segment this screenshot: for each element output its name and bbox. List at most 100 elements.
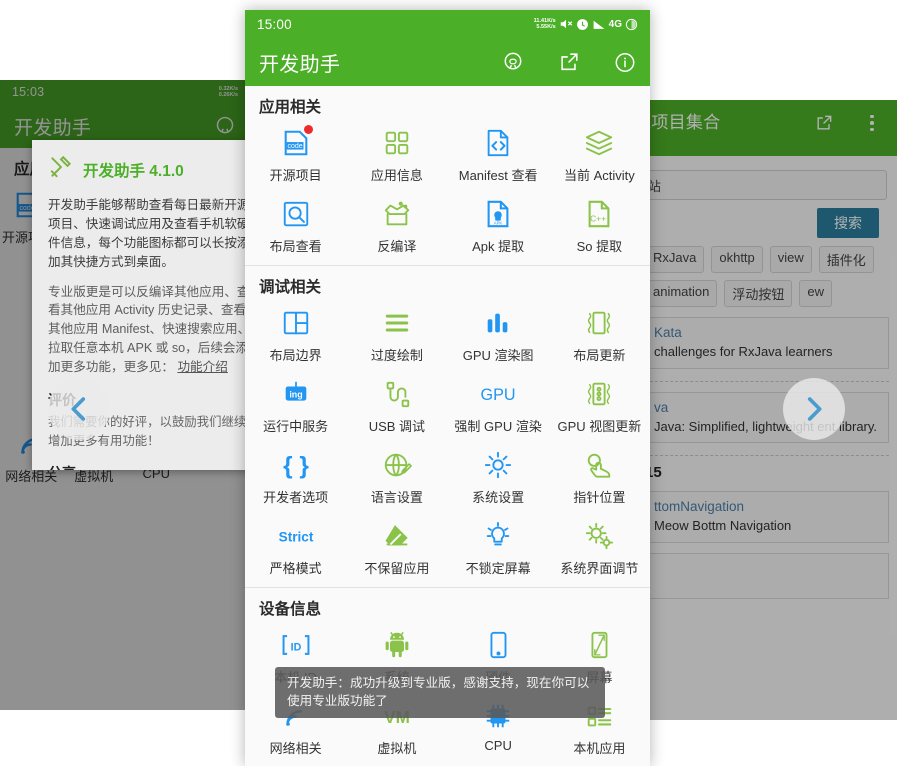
grid-item[interactable]: code 开源项目	[245, 119, 346, 190]
grid-item-label: 指针位置	[573, 490, 626, 505]
signal-icon	[593, 20, 605, 29]
grid-item-label: 不锁定屏幕	[465, 561, 531, 576]
share-icon[interactable]	[813, 112, 835, 134]
svg-text:ing: ing	[289, 389, 302, 399]
grid-item-label: 当前 Activity	[563, 168, 635, 183]
project-title: va	[654, 399, 669, 415]
tag-chip[interactable]: animation	[645, 280, 718, 307]
screen-diagonal-icon	[584, 628, 614, 662]
center-phone-panel: 15:00 11.41K/s 5.55K/s 4G 开发助手 应用相关 code…	[245, 10, 650, 766]
search-input[interactable]: 站	[645, 170, 887, 200]
divider	[645, 380, 889, 382]
right-phone-panel: Android 开源项目集合 实时更新最新项目 站 搜索 RxJavaokhtt…	[645, 100, 897, 720]
grid-item[interactable]: USB 调试	[346, 370, 447, 441]
grid-item[interactable]: 布局查看	[245, 190, 346, 261]
left-status-icons: 0.32K/s 0.26K/s	[219, 86, 238, 99]
tag-chip[interactable]: 插件化	[818, 246, 874, 273]
project-card[interactable]: Kata challenges for RxJava learners	[645, 317, 889, 369]
grid-item[interactable]: 不锁定屏幕	[448, 512, 549, 583]
magnifier-square-icon	[281, 197, 311, 231]
grid-item-label: CPU	[484, 738, 512, 753]
grid-item[interactable]: 指针位置	[549, 441, 650, 512]
grid-item-label: USB 调试	[368, 419, 426, 434]
grid-item[interactable]: ing 运行中服务	[245, 370, 346, 441]
tag-chip[interactable]: 浮动按钮	[724, 280, 793, 307]
grid-item[interactable]: 当前 Activity	[549, 119, 650, 190]
grid-item[interactable]: GPU 视图更新	[549, 370, 650, 441]
dialog-paragraph-2: 专业版更是可以反编译其他应用、查看其他应用 Activity 历史记录、查看其他…	[48, 283, 256, 377]
grid-item[interactable]: 语言设置	[346, 441, 447, 512]
info-icon[interactable]	[614, 51, 636, 73]
grid-item-label: 布局边界	[269, 348, 322, 363]
grid-item-label: So 提取	[576, 239, 623, 254]
grid-item-label: 布局更新	[573, 348, 626, 363]
carousel-prev-button[interactable]	[48, 378, 110, 440]
grid-item-label: 语言设置	[370, 490, 423, 505]
share-icon[interactable]	[558, 51, 580, 73]
code-brackets-file-icon	[483, 126, 513, 160]
grid-item-label: 过度绘制	[370, 348, 423, 363]
project-card[interactable]: ttomNavigation Meow Bottm Navigation	[645, 491, 889, 543]
grid-item-label: 网络相关	[269, 741, 322, 756]
chevron-left-icon	[71, 397, 86, 421]
gear-icon	[483, 448, 513, 482]
tag-chip[interactable]: ew	[799, 280, 833, 307]
center-status-bar: 15:00 11.41K/s 5.55K/s 4G	[245, 10, 650, 38]
grid-item-label: Manifest 查看	[458, 168, 538, 183]
grid-item[interactable]: 过度绘制	[346, 299, 447, 370]
svg-text:APK: APK	[494, 220, 503, 225]
wrench-screwdriver-icon	[48, 154, 74, 185]
id-bracket-icon: ID	[280, 628, 312, 662]
svg-text:C++: C++	[590, 214, 606, 224]
grid-item-label: 应用信息	[370, 168, 423, 183]
project-card[interactable]: va Java: Simplified, lightweight ent libr…	[645, 391, 889, 444]
grid-item[interactable]: C++ So 提取	[549, 190, 650, 261]
github-icon[interactable]	[214, 115, 236, 137]
grid-item[interactable]: 布局更新	[549, 299, 650, 370]
bar-chart-icon	[483, 306, 513, 340]
grid-item[interactable]: Strict 严格模式	[245, 512, 346, 583]
more-vertical-icon[interactable]	[861, 112, 883, 134]
grid-item-label: 本机应用	[573, 741, 626, 756]
screenshot-stage: 15:03 0.32K/s 0.26K/s 开发助手 应用相关 code 开源项目…	[0, 0, 897, 766]
grid-item[interactable]: 反编译	[346, 190, 447, 261]
project-desc: Java: Simplified, lightweight ent librar…	[654, 418, 878, 434]
grid-item[interactable]: Manifest 查看	[448, 119, 549, 190]
grid-item-label: 开发者选项	[263, 490, 329, 505]
project-card[interactable]	[645, 552, 889, 599]
grid-item[interactable]: 系统界面调节	[549, 512, 650, 583]
grid-item[interactable]: { } 开发者选项	[245, 441, 346, 512]
tag-chip[interactable]: RxJava	[645, 246, 705, 273]
gears-icon	[584, 519, 614, 553]
grid-item[interactable]: GPU 强制 GPU 渲染	[448, 370, 549, 441]
lightbulb-icon	[483, 519, 513, 553]
svg-text:GPU: GPU	[481, 386, 515, 404]
search-button[interactable]: 搜索	[817, 208, 879, 238]
github-icon[interactable]	[502, 51, 524, 73]
grid-item-label: Apk 提取	[472, 239, 525, 254]
grid-item[interactable]: 系统设置	[448, 441, 549, 512]
right-app-bar: Android 开源项目集合 实时更新最新项目	[645, 100, 897, 156]
mute-icon	[560, 19, 572, 29]
project-title: Kata	[654, 325, 682, 340]
tag-chip[interactable]: okhttp	[711, 246, 763, 273]
grid-item[interactable]: 不保留应用	[346, 512, 447, 583]
gpu-view-refresh-icon	[584, 377, 614, 411]
carousel-next-button[interactable]	[783, 378, 845, 440]
left-clock: 15:03	[12, 85, 45, 99]
grid-item[interactable]: 应用信息	[346, 119, 447, 190]
layers-icon	[584, 126, 614, 160]
tag-chip[interactable]: view	[769, 246, 812, 273]
globe-pencil-icon	[382, 448, 412, 482]
section-title: 设备信息	[259, 601, 322, 618]
grid-item[interactable]: 布局边界	[245, 299, 346, 370]
stacked-lines-icon	[382, 306, 412, 340]
grid-item[interactable]: APK Apk 提取	[448, 190, 549, 261]
layout-bounds-icon	[281, 306, 311, 340]
grid-item[interactable]: GPU 渲染图	[448, 299, 549, 370]
center-clock: 15:00	[257, 16, 292, 32]
feature-intro-link[interactable]: 功能介绍	[177, 360, 227, 374]
center-net-up: 11.41K/s	[533, 17, 556, 24]
curly-braces-icon: { }	[281, 448, 311, 482]
dialog-title: 开发助手 4.1.0	[83, 162, 184, 180]
